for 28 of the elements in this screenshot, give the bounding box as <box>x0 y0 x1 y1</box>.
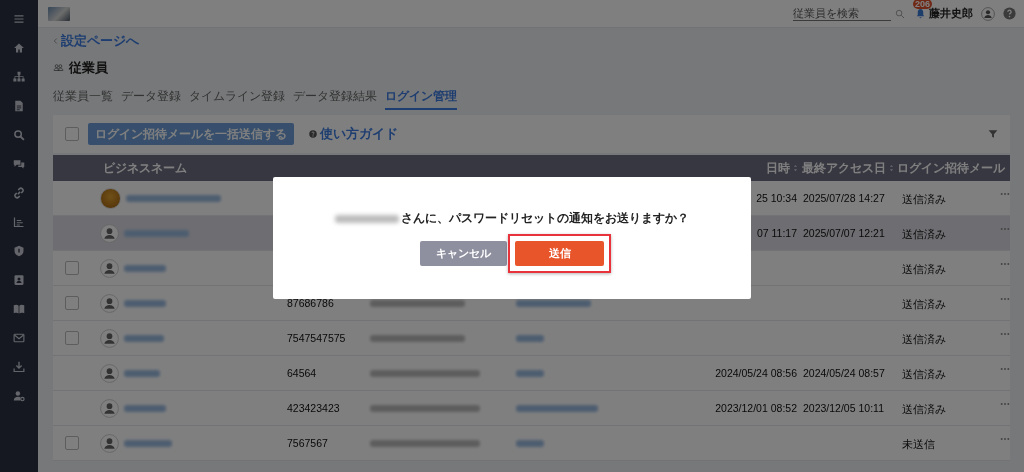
table-cell: 07 11:17 <box>756 227 797 239</box>
table-cell: 2023/12/05 10:11 <box>803 402 884 414</box>
table-cell: 64564 <box>287 367 317 379</box>
table-cell: 2024/05/24 08:57 <box>803 367 885 379</box>
status-text: 送信済み <box>902 262 946 275</box>
column-header: ビジネスネーム <box>103 159 187 177</box>
table-cell: 25 10:34 <box>756 192 797 204</box>
status-text: 未送信 <box>902 437 935 450</box>
status-text: 送信済み <box>902 297 946 310</box>
column-header: 最終アクセス日 <box>802 159 886 177</box>
status-text: 送信済み <box>902 192 946 205</box>
status-text: 送信済み <box>902 402 946 415</box>
user-name: 藤井史郎 <box>929 7 973 21</box>
table-cell: 7567567 <box>287 437 328 449</box>
notification-badge: 206 <box>913 0 933 9</box>
table-cell: 87686786 <box>287 297 334 309</box>
table-cell: 2025/07/28 14:27 <box>803 192 885 204</box>
column-header: ログイン招待メール <box>897 159 1005 177</box>
table-cell: 2024/05/24 08:56 <box>715 367 797 379</box>
table-cell: 7547547575 <box>287 332 346 344</box>
table-cell: 2023/12/01 08:52 <box>715 402 797 414</box>
column-header: 日時 <box>766 159 790 177</box>
table-cell: 2025/07/07 12:21 <box>803 227 885 239</box>
status-text: 送信済み <box>902 227 946 240</box>
status-text: 送信済み <box>902 332 946 345</box>
status-text: 送信済み <box>902 367 946 380</box>
table-cell: 423423423 <box>287 402 340 414</box>
page-title: 従業員 <box>69 59 108 77</box>
